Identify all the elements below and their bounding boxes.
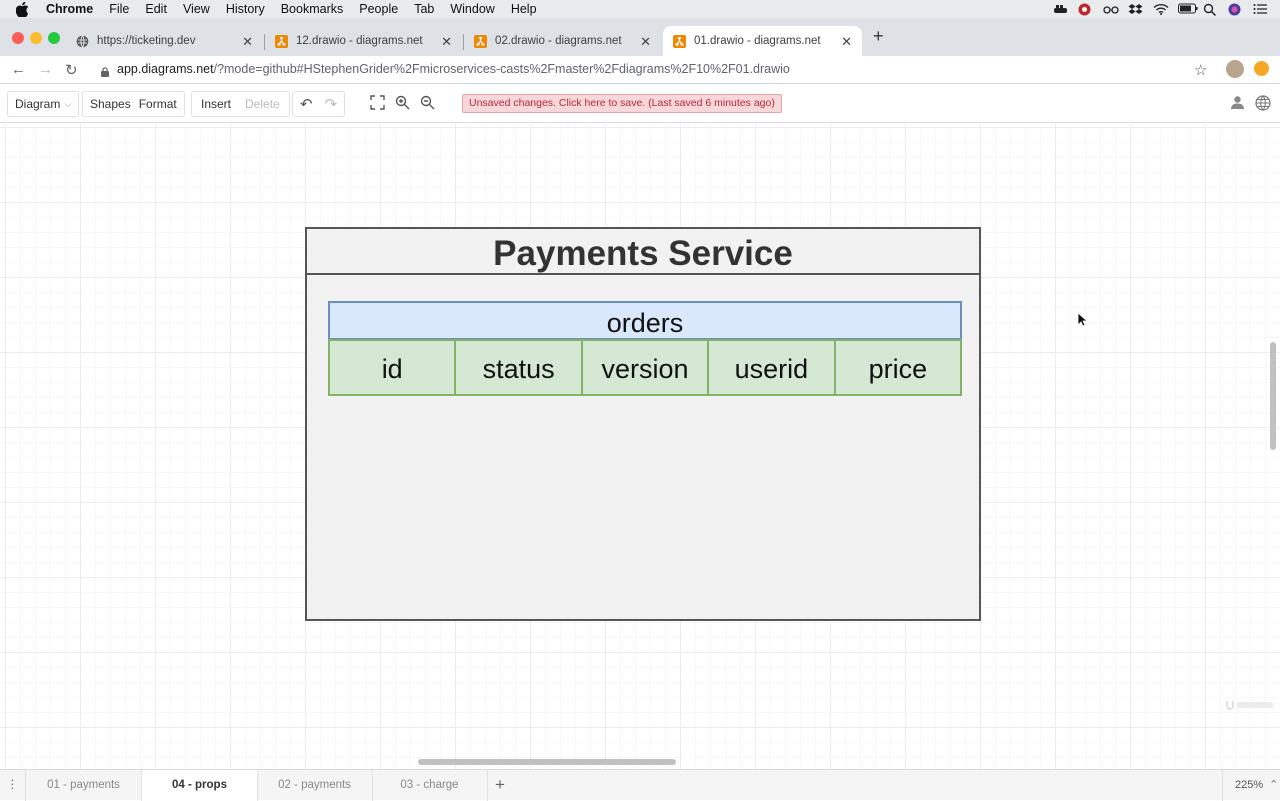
page-tab-01-payments[interactable]: 01 - payments (26, 770, 142, 801)
fit-screen-icon[interactable] (370, 95, 385, 113)
pages-menu-icon[interactable]: ⋮ (0, 770, 26, 801)
tab-title: 02.drawio - diagrams.net (495, 35, 622, 47)
orders-columns-row: id status version userid price (328, 339, 963, 396)
wifi-icon[interactable] (1153, 3, 1169, 15)
column-price[interactable]: price (833, 339, 963, 396)
zoom-value: 225% (1235, 779, 1264, 791)
app-status-icon[interactable] (1078, 3, 1093, 16)
chevron-up-icon: ⌃ (1269, 779, 1279, 791)
view-group (362, 91, 443, 117)
browser-tab-01-drawio-active[interactable]: 01.drawio - diagrams.net ✕ (663, 26, 862, 56)
tab-title: 12.drawio - diagrams.net (296, 35, 423, 47)
forward-arrow-icon[interactable]: → (38, 61, 53, 78)
unsaved-changes-banner[interactable]: Unsaved changes. Click here to save. (La… (462, 94, 782, 113)
menu-window[interactable]: Window (450, 2, 494, 16)
drawio-icon (275, 34, 288, 48)
menu-file[interactable]: File (109, 2, 129, 16)
tab-title: 01.drawio - diagrams.net (694, 35, 821, 47)
horizontal-scrollbar[interactable] (418, 759, 676, 765)
panels-group: Shapes Format (82, 91, 185, 117)
window-close-button[interactable] (12, 32, 24, 44)
page-tabs-bar: ⋮ 01 - payments 04 - props 02 - payments… (0, 769, 1280, 801)
close-tab-icon[interactable]: ✕ (841, 34, 852, 50)
extension-icon[interactable] (1254, 61, 1269, 76)
address-bar-row: ← → ↻ app.diagrams.net/?mode=github#HSte… (0, 56, 1280, 84)
column-id[interactable]: id (328, 339, 457, 396)
reload-icon[interactable]: ↻ (65, 61, 78, 79)
undo-icon[interactable]: ↶ (300, 95, 313, 113)
zoom-in-icon[interactable] (395, 95, 410, 113)
new-tab-icon[interactable]: + (873, 26, 884, 47)
diagram-menu-label: Diagram (15, 97, 61, 111)
chevron-down-icon: ⌵ (64, 98, 72, 109)
tab-title: https://ticketing.dev (97, 35, 196, 47)
container-title[interactable]: Payments Service (307, 229, 979, 275)
browser-tab-02-drawio[interactable]: 02.drawio - diagrams.net ✕ (464, 26, 661, 56)
page-tab-02-payments[interactable]: 02 - payments (257, 770, 373, 801)
siri-icon[interactable] (1228, 3, 1243, 16)
macos-menu-bar: Chrome File Edit View History Bookmarks … (0, 0, 1280, 18)
status-icons (1053, 0, 1268, 18)
column-userid[interactable]: userid (707, 339, 836, 396)
browser-tab-12-drawio[interactable]: 12.drawio - diagrams.net ✕ (265, 26, 462, 56)
url-path: /?mode=github#HStephenGrider%2Fmicroserv… (213, 62, 790, 76)
menu-history[interactable]: History (226, 2, 265, 16)
close-tab-icon[interactable]: ✕ (640, 34, 651, 50)
language-globe-icon[interactable] (1255, 95, 1271, 116)
delete-button[interactable]: Delete (245, 97, 280, 111)
page-tab-04-props[interactable]: 04 - props (142, 770, 258, 801)
battery-icon[interactable] (1178, 3, 1198, 15)
spotlight-search-icon[interactable] (1203, 3, 1218, 17)
share-user-icon[interactable] (1230, 95, 1245, 114)
notification-center-icon[interactable] (1253, 3, 1268, 15)
browser-tab-ticketing[interactable]: https://ticketing.dev ✕ (66, 26, 263, 56)
dropbox-icon[interactable] (1128, 3, 1143, 15)
menu-tab[interactable]: Tab (414, 2, 434, 16)
close-tab-icon[interactable]: ✕ (441, 34, 452, 50)
window-minimize-button[interactable] (30, 32, 42, 44)
edit-group: Insert Delete (191, 91, 290, 117)
bookmark-star-icon[interactable]: ☆ (1194, 61, 1207, 79)
lock-icon[interactable] (101, 64, 109, 77)
zoom-level[interactable]: 225% ⌃ (1222, 770, 1280, 801)
close-tab-icon[interactable]: ✕ (242, 34, 253, 50)
mouse-cursor-icon (1077, 312, 1089, 332)
zoom-out-icon[interactable] (420, 95, 435, 113)
diagram-menu[interactable]: Diagram ⌵ (7, 91, 80, 117)
back-arrow-icon[interactable]: ← (11, 61, 26, 78)
menu-bookmarks[interactable]: Bookmarks (281, 2, 344, 16)
udemy-watermark-logo (1225, 698, 1275, 715)
vertical-scrollbar[interactable] (1270, 342, 1276, 450)
menu-help[interactable]: Help (511, 2, 537, 16)
globe-icon (76, 34, 89, 48)
payments-service-container[interactable]: Payments Service (305, 227, 981, 621)
orders-table-header[interactable]: orders (328, 301, 962, 340)
profile-avatar[interactable] (1226, 60, 1244, 78)
insert-button[interactable]: Insert (201, 97, 231, 111)
drawio-icon (673, 34, 686, 48)
menu-edit[interactable]: Edit (145, 2, 167, 16)
apple-icon[interactable] (16, 1, 32, 17)
drawio-icon (474, 34, 487, 48)
format-button[interactable]: Format (139, 97, 177, 111)
add-page-icon[interactable]: + (490, 770, 510, 801)
menu-people[interactable]: People (359, 2, 398, 16)
shapes-button[interactable]: Shapes (90, 97, 131, 111)
column-status[interactable]: status (454, 339, 583, 396)
column-version[interactable]: version (580, 339, 710, 396)
docker-icon[interactable] (1053, 3, 1068, 15)
url-host: app.diagrams.net (117, 62, 214, 76)
browser-tab-strip: https://ticketing.dev ✕ 12.drawio - diag… (0, 18, 1280, 56)
redo-icon[interactable]: ↷ (325, 95, 338, 113)
url-field[interactable]: app.diagrams.net/?mode=github#HStephenGr… (117, 62, 790, 76)
window-zoom-button[interactable] (48, 32, 60, 44)
menu-app-chrome[interactable]: Chrome (46, 2, 93, 16)
page-tab-03-charge[interactable]: 03 - charge (372, 770, 488, 801)
menu-view[interactable]: View (183, 2, 210, 16)
history-group: ↶ ↷ (292, 91, 346, 117)
glasses-icon[interactable] (1103, 3, 1119, 15)
